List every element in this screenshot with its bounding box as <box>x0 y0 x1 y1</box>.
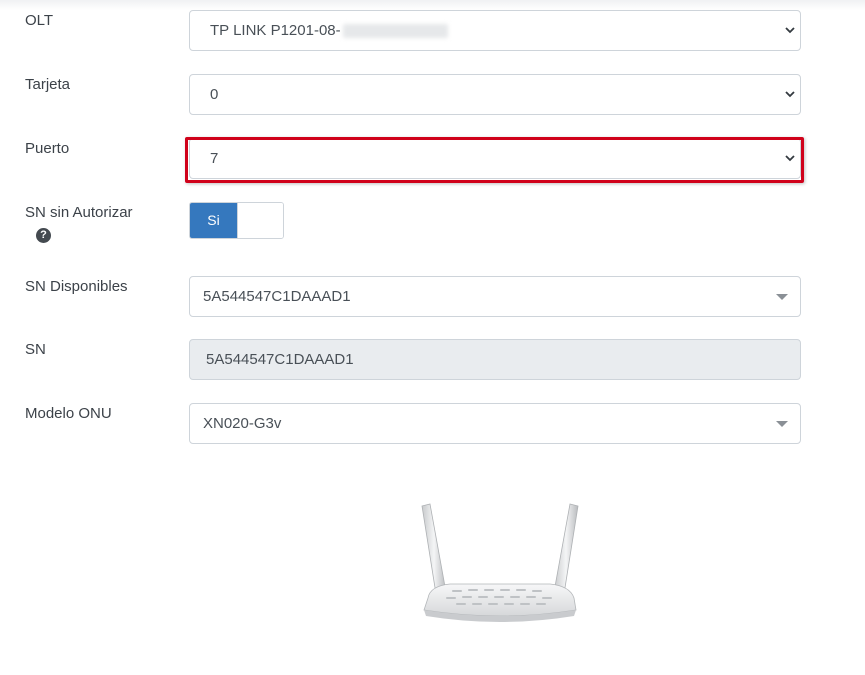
caret-down-icon <box>776 294 788 300</box>
puerto-select-value: 7 <box>210 150 219 167</box>
sn-sin-autorizar-label: SN sin Autorizar <box>25 204 133 221</box>
router-image <box>421 503 579 622</box>
modelo-onu-value: XN020-G3v <box>203 415 282 432</box>
chevron-down-icon <box>785 27 795 34</box>
olt-label: OLT <box>25 12 54 29</box>
tarjeta-label: Tarjeta <box>25 76 71 93</box>
tarjeta-select[interactable]: 0 <box>189 74 801 115</box>
sn-field-value: 5A544547C1DAAAD1 <box>206 351 354 368</box>
sn-disponibles-select[interactable]: 5A544547C1DAAAD1 <box>189 276 801 317</box>
sn-label: SN <box>25 341 46 358</box>
toggle-handle <box>237 203 283 238</box>
modelo-onu-label: Modelo ONU <box>25 405 112 422</box>
chevron-down-icon <box>785 91 795 98</box>
onu-authorization-form: OLT TP LINK P1201-08- Tarjeta 0 Puerto 7… <box>0 0 865 675</box>
sn-field[interactable]: 5A544547C1DAAAD1 <box>189 339 801 380</box>
toggle-on-label: Si <box>190 203 237 238</box>
olt-select-value: TP LINK P1201-08- <box>210 11 448 50</box>
redacted-ip <box>342 24 448 39</box>
sn-disponibles-value: 5A544547C1DAAAD1 <box>203 288 351 305</box>
question-circle-icon[interactable]: ? <box>36 228 51 243</box>
chevron-down-icon <box>785 155 795 162</box>
sn-sin-autorizar-toggle[interactable]: Si <box>189 202 284 239</box>
modelo-onu-select[interactable]: XN020-G3v <box>189 403 801 444</box>
top-shadow <box>0 0 865 10</box>
puerto-select[interactable]: 7 <box>189 138 801 179</box>
puerto-label: Puerto <box>25 140 70 157</box>
tarjeta-select-value: 0 <box>210 86 219 103</box>
olt-select[interactable]: TP LINK P1201-08- <box>189 10 801 51</box>
caret-down-icon <box>776 421 788 427</box>
sn-disponibles-label: SN Disponibles <box>25 278 128 295</box>
